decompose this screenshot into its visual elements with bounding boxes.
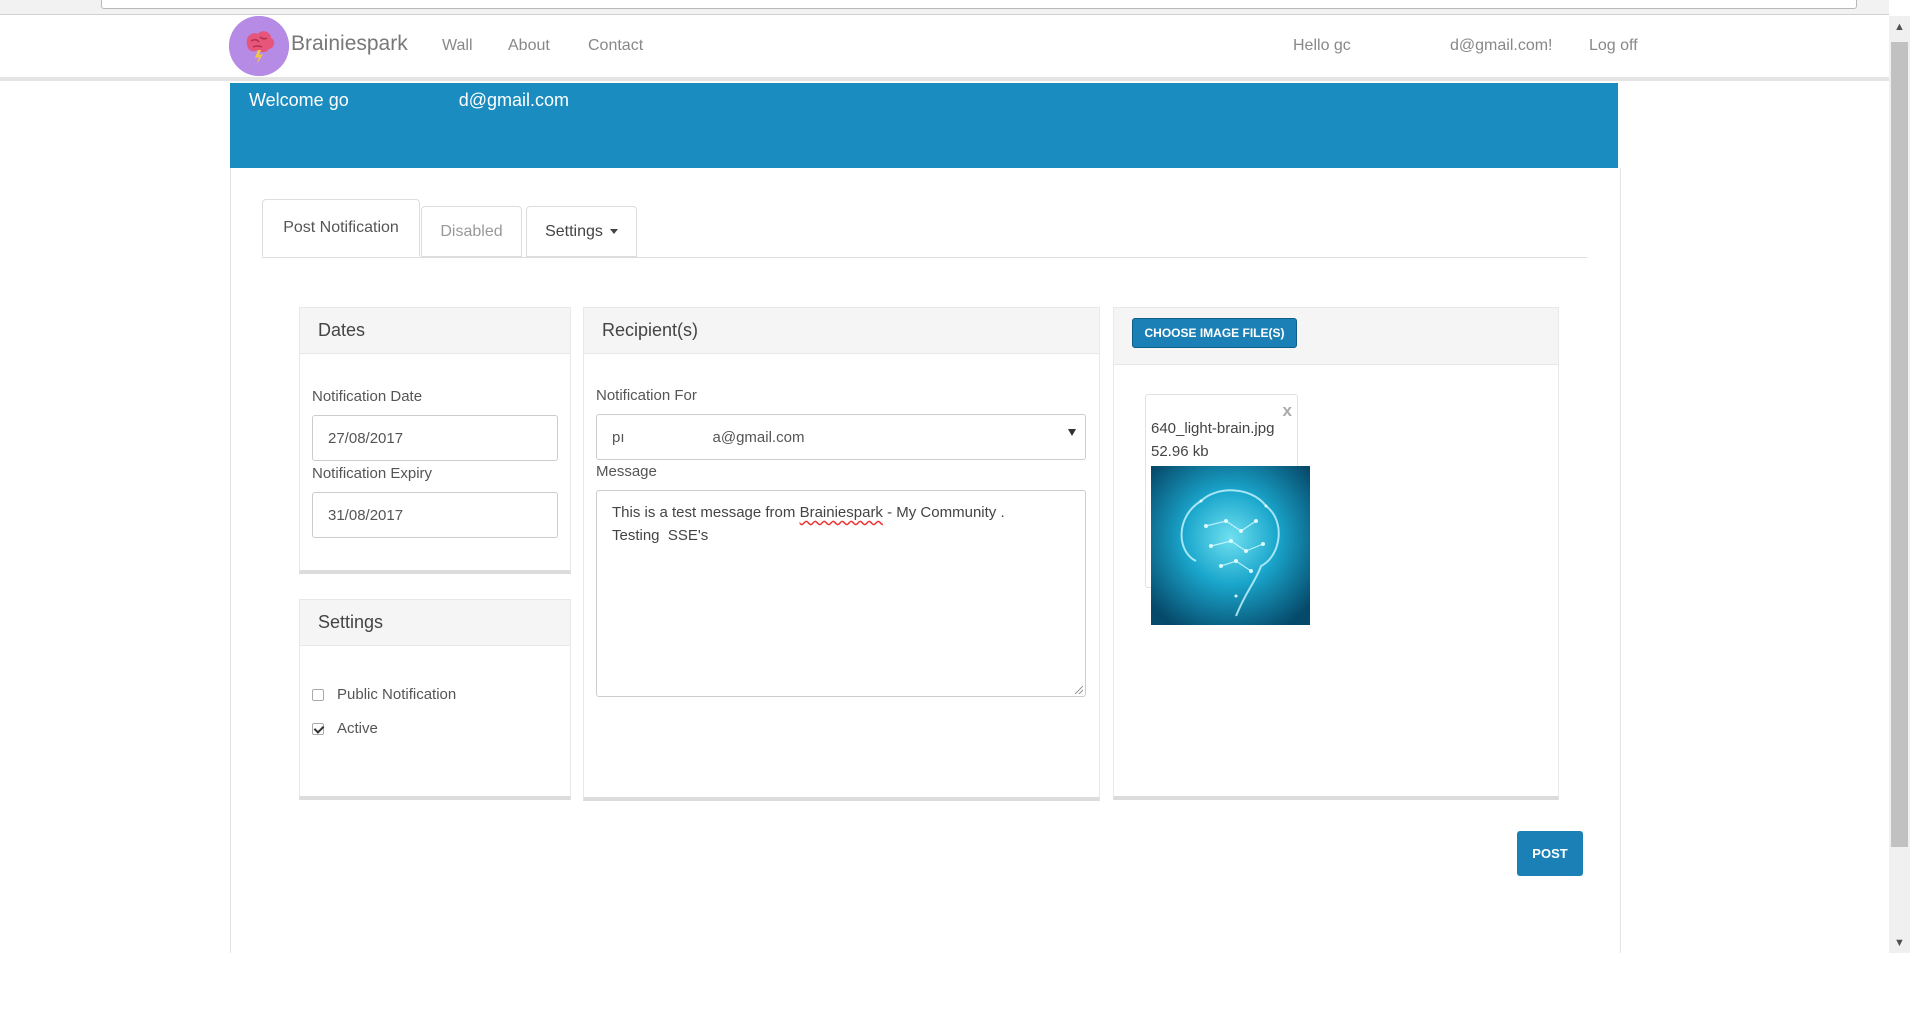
message-text-start: This is a test message from [612,504,800,521]
message-line-1: This is a test message from Brainiespark… [612,501,1070,524]
message-label: Message [596,463,657,480]
nav-link-wall[interactable]: Wall [442,37,473,55]
public-notification-label[interactable]: Public Notification [337,686,456,703]
user-greeting[interactable]: Hello gc [1293,37,1351,55]
notification-expiry-input[interactable]: 31/08/2017 [312,492,558,538]
image-thumbnail-card: x 640_light-brain.jpg 52.96 kb [1145,394,1310,625]
recipients-panel-title: Recipient(s) [584,308,1099,354]
settings-panel: Settings Public Notification Active [299,599,571,800]
image-panel: CHOOSE IMAGE FILE(S) x 640_light-brain.j… [1113,307,1559,800]
tab-settings-label: Settings [545,222,603,240]
notification-for-select[interactable]: pı a@gmail.com [596,414,1086,460]
scroll-down-icon[interactable]: ▼ [1889,932,1910,953]
dates-panel-title: Dates [300,308,570,354]
tab-post-notification[interactable]: Post Notification [262,199,420,257]
tab-bar: Post Notification Disabled Settings [262,199,1587,258]
message-textarea[interactable]: This is a test message from Brainiespark… [596,490,1086,697]
active-label[interactable]: Active [337,720,378,737]
public-notification-checkbox[interactable] [312,689,324,701]
brand-name[interactable]: Brainiespark [291,32,408,56]
recipients-panel: Recipient(s) Notification For pı a@gmail… [583,307,1100,801]
post-button[interactable]: POST [1517,831,1583,876]
welcome-email: d@gmail.com [458,90,570,110]
brain-image-preview [1151,466,1310,625]
user-email[interactable]: d@gmail.com! [1450,37,1553,55]
browser-top-strip [0,0,1889,15]
message-misspelled-word: Brainiespark [799,504,883,521]
main-container: Post Notification Disabled Settings Date… [230,168,1621,953]
notification-for-label: Notification For [596,387,697,404]
scroll-thumb[interactable] [1891,42,1908,847]
choose-image-button[interactable]: CHOOSE IMAGE FILE(S) [1132,318,1297,348]
message-line-2: Testing SSE's [612,527,709,544]
resize-grip-icon[interactable] [1075,686,1083,694]
active-checkbox[interactable] [312,723,324,735]
logoff-link[interactable]: Log off [1589,37,1638,55]
notification-for-email: a@gmail.com [712,428,805,446]
nav-link-contact[interactable]: Contact [588,37,643,55]
nav-link-about[interactable]: About [508,37,550,55]
welcome-prefix: Welcome go [249,90,349,110]
notification-for-prefix: pı [612,428,625,446]
settings-panel-title: Settings [300,600,570,646]
notification-expiry-label: Notification Expiry [312,465,433,482]
scroll-up-icon[interactable]: ▲ [1889,16,1910,37]
image-file-size: 52.96 kb [1151,443,1209,460]
image-file-name: 640_light-brain.jpg [1151,420,1275,437]
top-navbar: Brainiespark Wall About Contact Hello gc… [0,15,1889,81]
notification-date-input[interactable]: 27/08/2017 [312,415,558,461]
select-arrow-icon [1068,429,1076,436]
image-panel-header: CHOOSE IMAGE FILE(S) [1114,308,1558,365]
brain-logo-icon[interactable] [229,16,289,76]
welcome-text: Welcome go d@gmail.com [249,90,569,111]
vertical-scrollbar[interactable]: ▲ ▼ [1889,16,1910,953]
address-bar[interactable] [101,0,1857,9]
tab-disabled[interactable]: Disabled [421,206,522,257]
message-text-end: - My Community . [882,504,1005,521]
caret-down-icon [609,229,618,234]
notification-date-label: Notification Date [312,388,423,405]
tab-settings[interactable]: Settings [526,206,637,257]
close-icon[interactable]: x [1283,401,1292,421]
welcome-banner: Welcome go d@gmail.com [230,83,1618,168]
dates-panel: Dates Notification Date 27/08/2017 Notif… [299,307,571,574]
